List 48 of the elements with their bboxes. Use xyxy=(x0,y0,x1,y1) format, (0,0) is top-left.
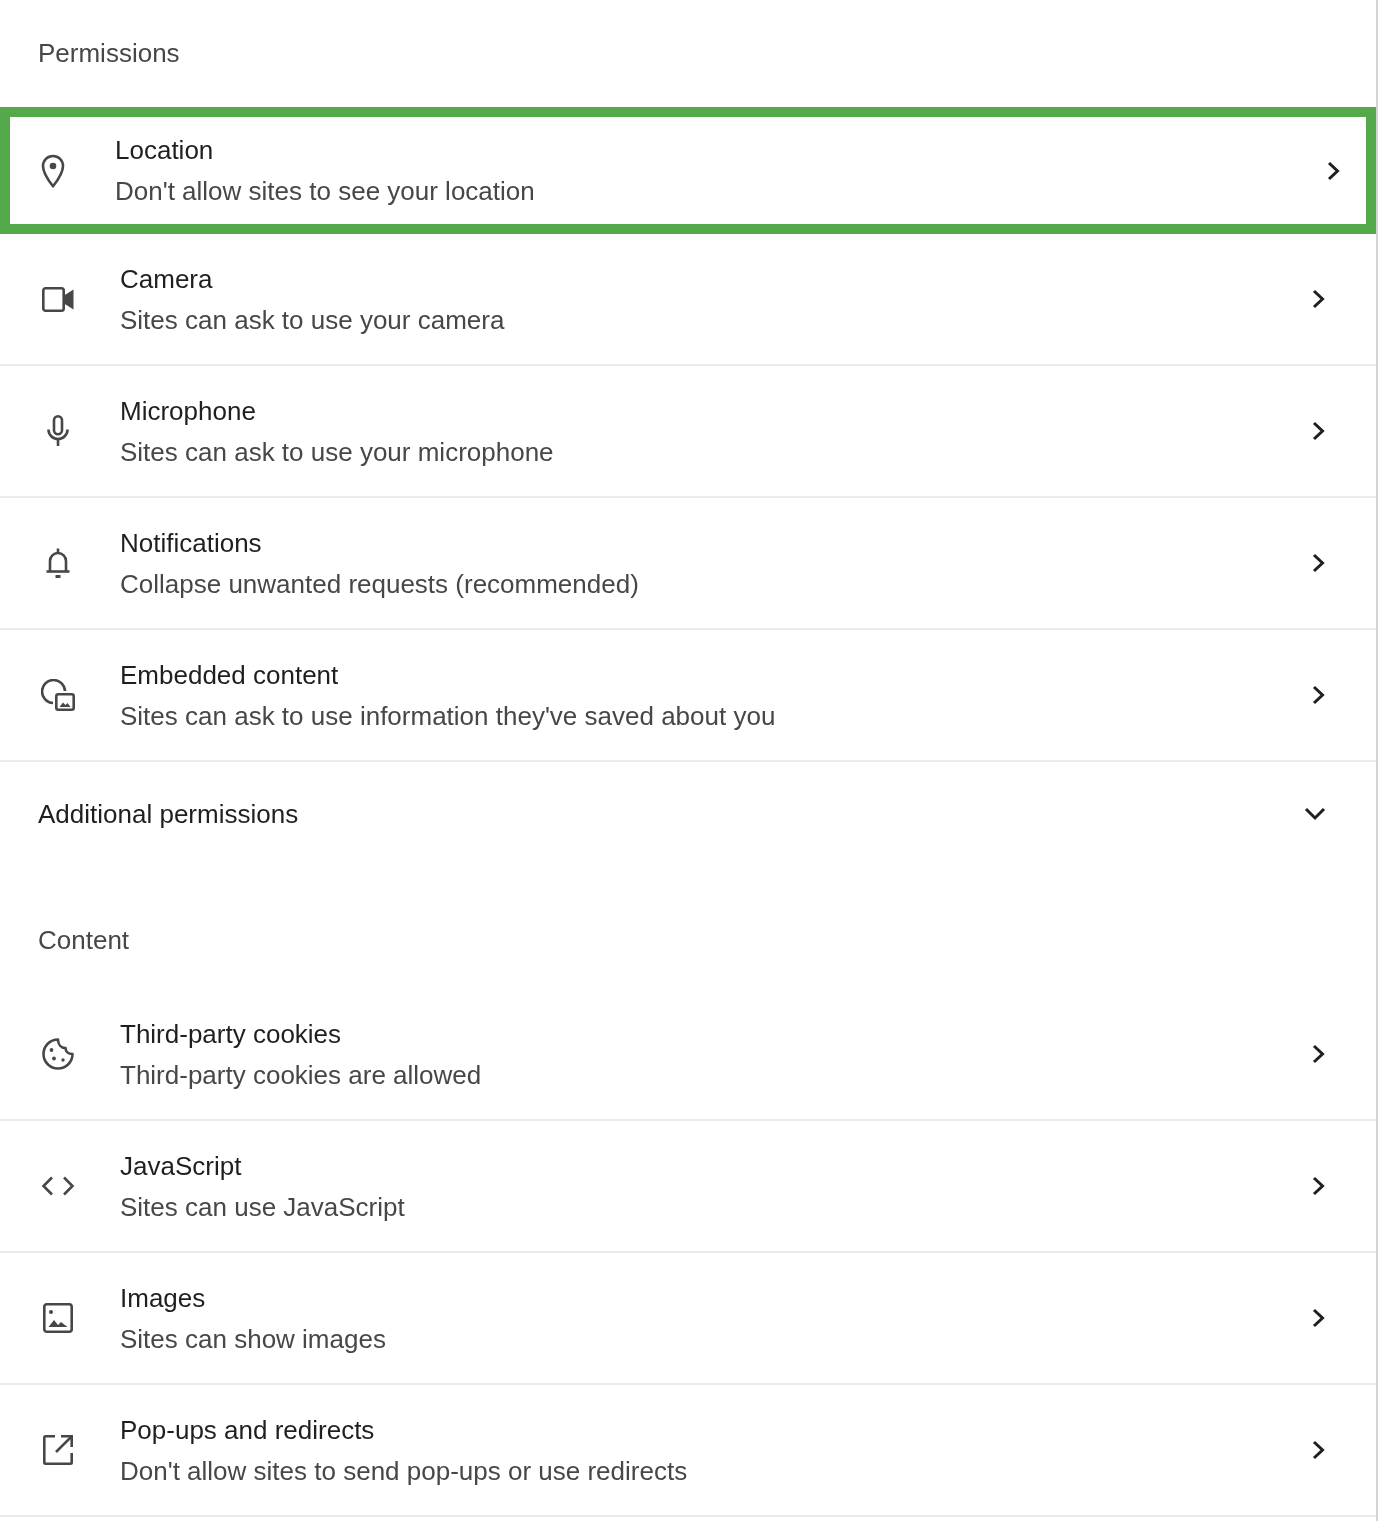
section-heading: Content xyxy=(38,924,130,957)
chevron-right-icon xyxy=(1312,421,1325,441)
setting-title: Images xyxy=(120,1281,206,1315)
chevron-right-icon xyxy=(1327,160,1340,181)
setting-row[interactable]: Third-party cookies Third-party cookies are allowed xyxy=(0,989,1376,1121)
setting-description: Third-party cookies are allowed xyxy=(120,1058,482,1092)
setting-description: Sites can show images xyxy=(120,1322,386,1356)
setting-description: Sites can use JavaScript xyxy=(120,1190,405,1224)
video-camera-icon xyxy=(42,286,74,312)
cookie-icon xyxy=(41,1037,75,1071)
section-heading: Permissions xyxy=(38,37,180,70)
setting-row[interactable]: Notifications Collapse unwanted requests (recommended) xyxy=(0,498,1376,630)
setting-description: Collapse unwanted requests (recommended) xyxy=(120,567,639,601)
setting-title: Pop-ups and redirects xyxy=(120,1413,375,1447)
chevron-right-icon xyxy=(1312,1044,1325,1064)
chevron-right-icon xyxy=(1312,1440,1325,1460)
microphone-icon xyxy=(46,415,70,447)
setting-row[interactable]: Pop-ups and redirects Don't allow sites to send pop-ups or use redirects xyxy=(0,1385,1376,1517)
setting-title: Camera xyxy=(120,262,213,296)
chevron-right-icon xyxy=(1312,289,1325,309)
image-icon xyxy=(43,1303,73,1333)
setting-title: Notifications xyxy=(120,526,262,560)
setting-title: Third-party cookies xyxy=(120,1017,342,1051)
setting-row[interactable]: JavaScript Sites can use JavaScript xyxy=(0,1121,1376,1253)
chevron-right-icon xyxy=(1312,685,1325,705)
chevron-right-icon xyxy=(1312,1308,1325,1328)
setting-description: Sites can ask to use your camera xyxy=(120,303,505,337)
setting-title: Location xyxy=(115,134,214,167)
setting-row[interactable]: Embedded content Sites can ask to use information they've saved about you xyxy=(0,630,1376,762)
setting-row[interactable]: Images Sites can show images xyxy=(0,1253,1376,1385)
setting-description: Sites can ask to use information they've saved about you xyxy=(120,699,776,733)
location-pin-icon xyxy=(41,153,65,188)
bell-icon xyxy=(45,547,71,579)
setting-row[interactable]: Microphone Sites can ask to use your microphone xyxy=(0,366,1376,498)
setting-description: Don't allow sites to see your location xyxy=(115,175,535,208)
setting-row[interactable]: Camera Sites can ask to use your camera xyxy=(0,234,1376,366)
setting-title: JavaScript xyxy=(120,1149,242,1183)
chevron-right-icon xyxy=(1312,1176,1325,1196)
setting-description: Don't allow sites to send pop-ups or use redirects xyxy=(120,1454,688,1488)
setting-title: Embedded content xyxy=(120,658,339,692)
embedded-image-icon xyxy=(41,679,75,711)
additional-permissions-toggle[interactable]: Additional permissions xyxy=(0,762,1376,866)
setting-description: Sites can ask to use your microphone xyxy=(120,435,554,469)
code-brackets-icon xyxy=(41,1176,75,1196)
setting-title: Microphone xyxy=(120,394,256,428)
chevron-right-icon xyxy=(1312,553,1325,573)
external-link-icon xyxy=(43,1435,73,1465)
highlighted-setting-row[interactable]: Location Don't allow sites to see your location xyxy=(0,107,1376,234)
